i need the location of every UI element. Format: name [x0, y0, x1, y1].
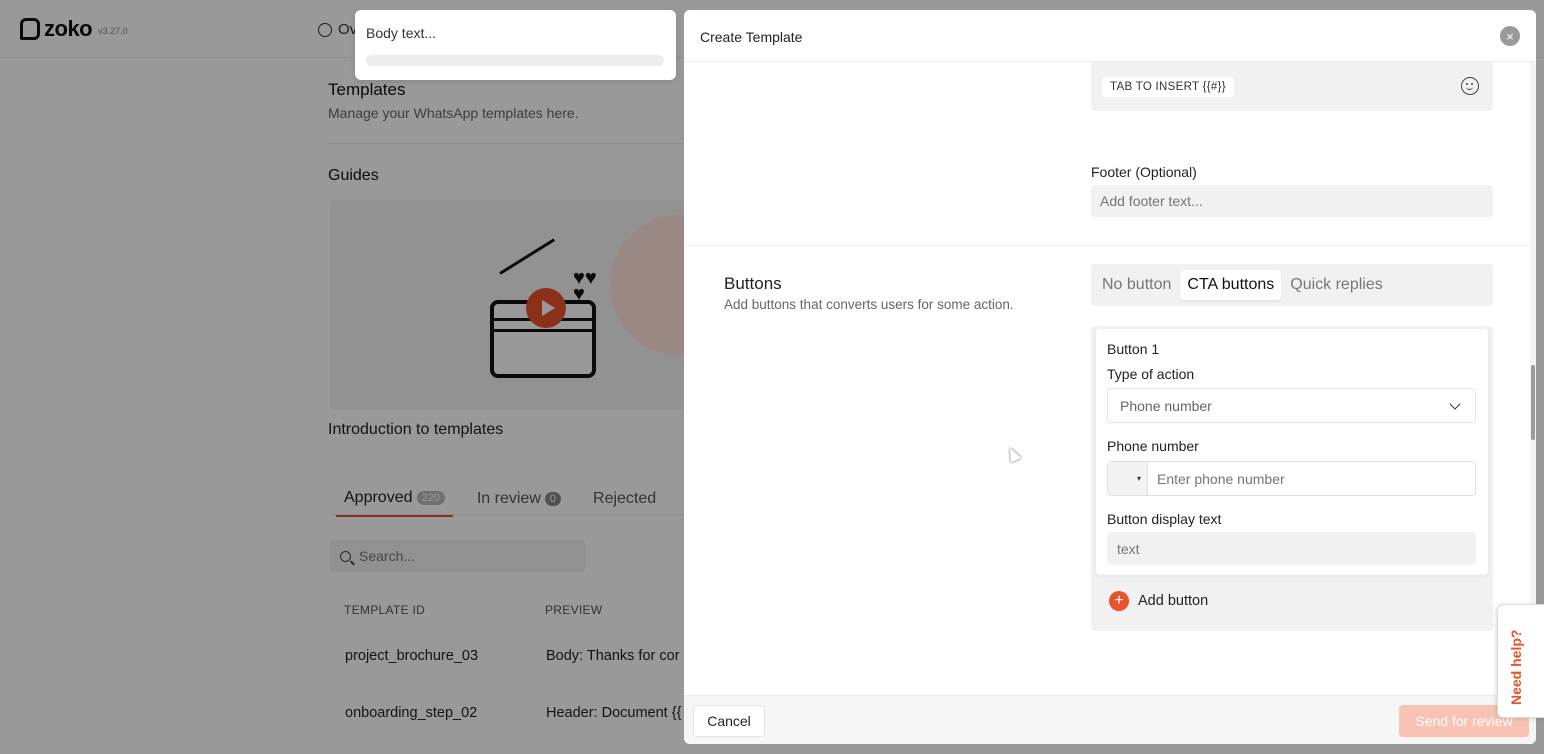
option-no-button[interactable]: No button	[1095, 270, 1178, 300]
close-icon[interactable]: ×	[1500, 26, 1520, 46]
scrollbar-thumb[interactable]	[1531, 365, 1535, 440]
emoji-icon[interactable]	[1461, 77, 1479, 95]
option-quick-replies[interactable]: Quick replies	[1283, 270, 1389, 300]
option-cta-buttons[interactable]: CTA buttons	[1180, 270, 1282, 300]
phone-number-input[interactable]	[1148, 462, 1475, 495]
create-template-modal: Create Template × TAB TO INSERT {{#}} Fo…	[684, 10, 1536, 744]
action-type-value: Phone number	[1120, 397, 1212, 414]
button-type-selector: No button CTA buttons Quick replies	[1091, 264, 1493, 306]
section-divider	[684, 245, 1530, 246]
display-text-label: Button display text	[1107, 511, 1222, 527]
cancel-button[interactable]: Cancel	[693, 705, 765, 737]
modal-footer: Cancel Send for review	[684, 695, 1536, 744]
modal-title: Create Template	[700, 29, 803, 45]
button-card: Button 1 Type of action Phone number Pho…	[1096, 329, 1488, 575]
body-editor-toolbar: TAB TO INSERT {{#}}	[1091, 62, 1493, 111]
button-card-heading: Button 1	[1107, 341, 1160, 357]
need-help-tab[interactable]: Need help?	[1497, 604, 1544, 718]
phone-field: ▾	[1107, 461, 1476, 496]
need-help-label: Need help?	[1508, 629, 1524, 705]
display-text-input[interactable]	[1107, 532, 1476, 565]
action-type-select[interactable]: Phone number	[1107, 388, 1476, 423]
modal-header: Create Template ×	[684, 10, 1536, 62]
chevron-down-icon	[1449, 398, 1461, 410]
action-type-label: Type of action	[1107, 366, 1195, 382]
add-button-label: Add button	[1138, 593, 1209, 609]
modal-body: TAB TO INSERT {{#}} Footer (Optional) Bu…	[684, 62, 1536, 695]
loading-bar	[366, 55, 664, 66]
buttons-section-title: Buttons	[724, 274, 782, 293]
add-button[interactable]: + Add button	[1109, 591, 1208, 611]
phone-number-label: Phone number	[1107, 438, 1199, 454]
footer-input[interactable]	[1091, 185, 1493, 217]
body-text-label: Body text...	[366, 25, 437, 41]
plus-icon: +	[1109, 591, 1129, 611]
country-code-select[interactable]: ▾	[1108, 462, 1148, 495]
buttons-panel: Button 1 Type of action Phone number Pho…	[1091, 326, 1493, 631]
body-text-popup: Body text...	[355, 10, 676, 80]
buttons-section-subtitle: Add buttons that converts users for some…	[724, 297, 1014, 312]
footer-label: Footer (Optional)	[1091, 164, 1197, 180]
insert-variable-chip[interactable]: TAB TO INSERT {{#}}	[1102, 77, 1234, 97]
